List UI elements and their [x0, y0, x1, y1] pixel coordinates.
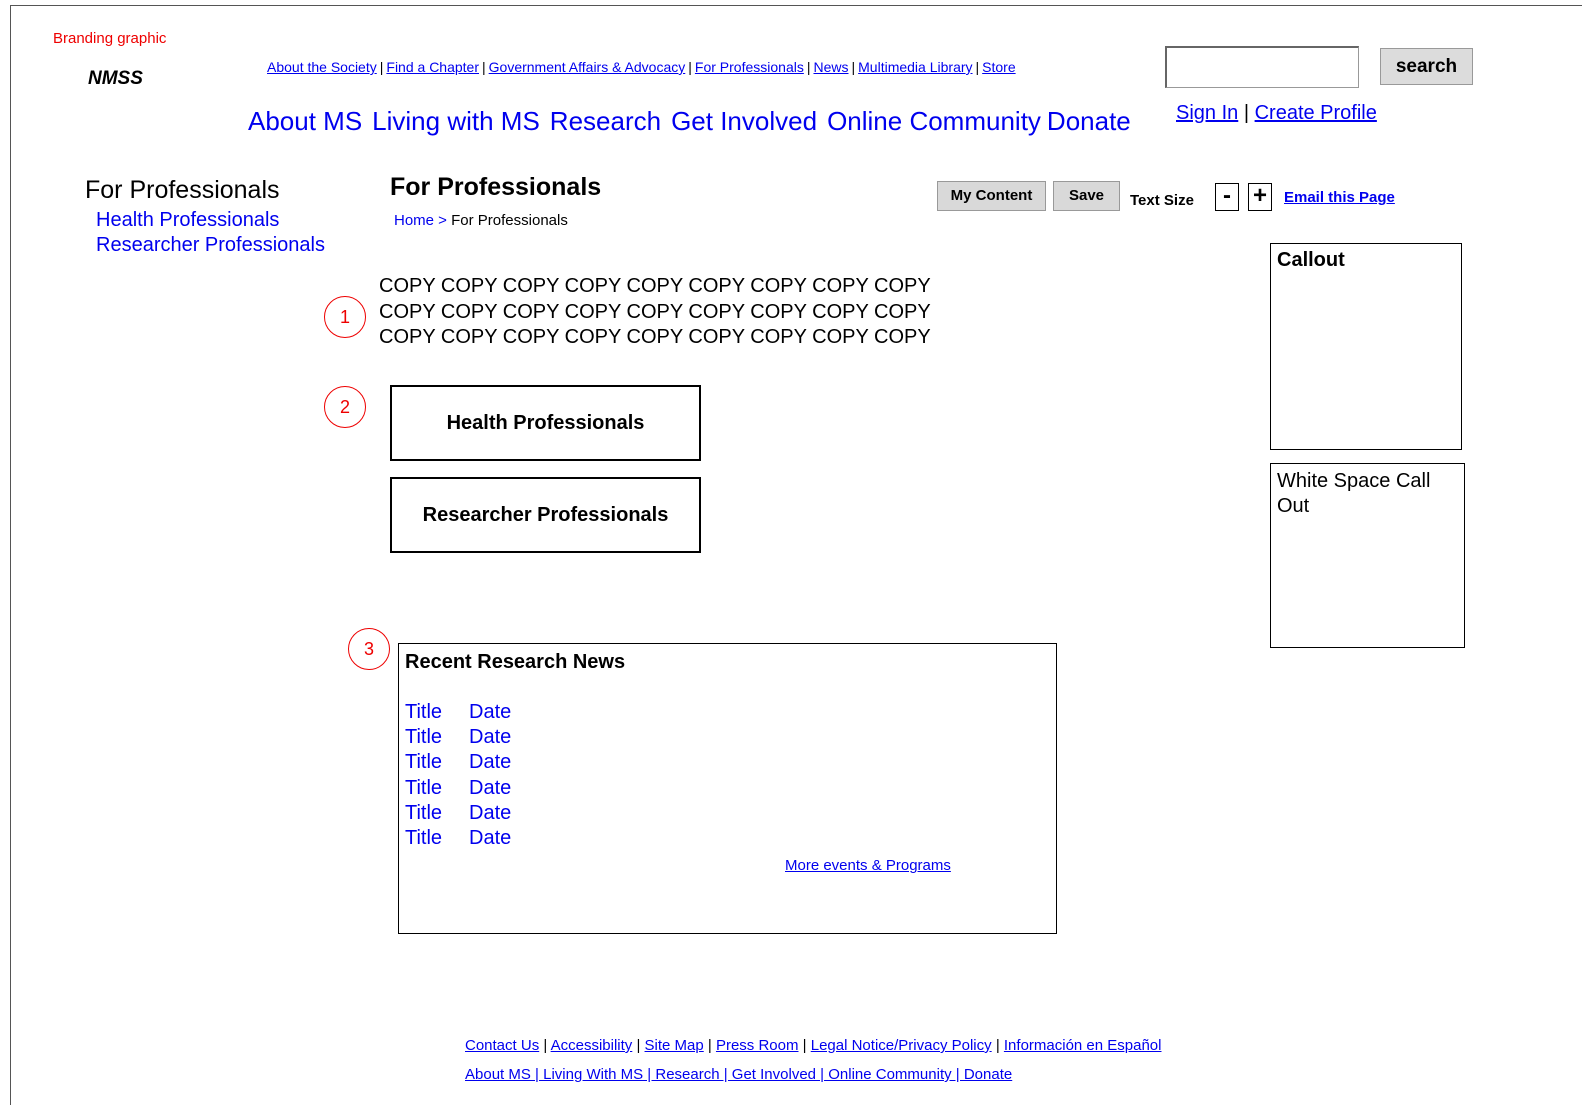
sign-in-link[interactable]: Sign In: [1176, 102, 1238, 124]
news-item-title[interactable]: Title: [405, 827, 442, 849]
news-item-title[interactable]: Title: [405, 802, 442, 824]
news-row[interactable]: Title Date: [405, 751, 511, 774]
footer-site-nav[interactable]: About MS | Living With MS | Research | G…: [465, 1066, 1012, 1083]
news-row[interactable]: Title Date: [405, 701, 511, 724]
branding-graphic: Branding graphic: [53, 30, 167, 47]
breadcrumb: Home > For Professionals: [394, 212, 568, 229]
news-item-date[interactable]: Date: [469, 802, 511, 825]
news-item-title[interactable]: Title: [405, 726, 442, 748]
white-space-callout-box: White Space Call Out: [1270, 463, 1465, 648]
account-links: Sign In | Create Profile: [1176, 102, 1377, 125]
util-link-about-society[interactable]: About the Society: [267, 59, 377, 75]
news-row[interactable]: Title Date: [405, 802, 511, 825]
main-nav: About MS Living with MS Research Get Involv…: [248, 106, 1141, 137]
white-space-callout-label: White Space Call Out: [1277, 470, 1431, 517]
annotation-marker-3: 3: [348, 628, 390, 670]
news-row[interactable]: Title Date: [405, 777, 511, 800]
copy-line: COPY COPY COPY COPY COPY COPY COPY COPY …: [379, 300, 931, 323]
util-link-news[interactable]: News: [813, 59, 848, 75]
decrease-text-size-button[interactable]: -: [1215, 183, 1239, 211]
search-button[interactable]: search: [1380, 48, 1473, 85]
util-link-find-chapter[interactable]: Find a Chapter: [386, 59, 479, 75]
save-button[interactable]: Save: [1053, 181, 1120, 211]
footer-espanol[interactable]: Información en Español: [1004, 1037, 1162, 1054]
annotation-marker-1: 1: [324, 296, 366, 338]
increase-text-size-button[interactable]: +: [1248, 183, 1272, 211]
main-nav-online-community[interactable]: Online Community: [827, 106, 1041, 136]
news-item-title[interactable]: Title: [405, 751, 442, 773]
callout-label: Callout: [1277, 249, 1345, 271]
main-nav-get-involved[interactable]: Get Involved: [671, 106, 817, 136]
logo[interactable]: NMSS: [88, 68, 143, 90]
annotation-marker-2: 2: [324, 386, 366, 428]
main-nav-living-with-ms[interactable]: Living with MS: [372, 106, 540, 136]
page-title: For Professionals: [390, 173, 602, 201]
news-item-title[interactable]: Title: [405, 777, 442, 799]
news-item-date[interactable]: Date: [469, 777, 511, 800]
news-item-title[interactable]: Title: [405, 701, 442, 723]
news-item-date[interactable]: Date: [469, 827, 511, 850]
breadcrumb-current: For Professionals: [451, 212, 568, 229]
researcher-professionals-button[interactable]: Researcher Professionals: [390, 477, 701, 553]
recent-research-news-box: Recent Research News Title Date Title Date…: [398, 643, 1057, 934]
sidebar-item-health-professionals[interactable]: Health Professionals: [96, 209, 279, 232]
news-row[interactable]: Title Date: [405, 827, 511, 850]
sidebar-title: For Professionals: [85, 176, 280, 204]
callout-box: Callout: [1270, 243, 1462, 450]
utility-nav: About the Society | Find a Chapter | Governm…: [267, 59, 1016, 75]
news-item-date[interactable]: Date: [469, 701, 511, 724]
main-nav-research[interactable]: Research: [550, 106, 661, 136]
my-content-button[interactable]: My Content: [937, 181, 1046, 211]
main-nav-donate[interactable]: Donate: [1047, 106, 1131, 136]
breadcrumb-home[interactable]: Home >: [394, 212, 447, 229]
search-input[interactable]: [1165, 46, 1359, 88]
copy-line: COPY COPY COPY COPY COPY COPY COPY COPY …: [379, 326, 931, 348]
footer-links: Contact Us | Accessibility | Site Map | …: [465, 1037, 1162, 1054]
news-item-date[interactable]: Date: [469, 751, 511, 774]
intro-copy: COPY COPY COPY COPY COPY COPY COPY COPY …: [379, 274, 979, 351]
util-link-store[interactable]: Store: [982, 59, 1015, 75]
footer-press-room[interactable]: Press Room: [716, 1037, 799, 1054]
footer-legal-notice[interactable]: Legal Notice/Privacy Policy: [811, 1037, 992, 1054]
news-item-date[interactable]: Date: [469, 726, 511, 749]
util-link-government-affairs[interactable]: Government Affairs & Advocacy: [489, 59, 686, 75]
util-link-multimedia-library[interactable]: Multimedia Library: [858, 59, 972, 75]
more-events-link[interactable]: More events & Programs: [785, 857, 951, 874]
footer-site-map[interactable]: Site Map: [645, 1037, 704, 1054]
account-separator: |: [1243, 102, 1250, 124]
email-page-link[interactable]: Email this Page: [1284, 189, 1395, 206]
util-link-for-professionals[interactable]: For Professionals: [695, 59, 804, 75]
copy-line: COPY COPY COPY COPY COPY COPY COPY COPY …: [379, 275, 931, 297]
footer-contact-us[interactable]: Contact Us: [465, 1037, 539, 1054]
main-nav-about-ms[interactable]: About MS: [248, 106, 362, 136]
create-profile-link[interactable]: Create Profile: [1255, 102, 1377, 124]
health-professionals-button[interactable]: Health Professionals: [390, 385, 701, 461]
news-title: Recent Research News: [405, 651, 626, 673]
footer-accessibility[interactable]: Accessibility: [551, 1037, 633, 1054]
text-size-label: Text Size: [1130, 192, 1194, 209]
news-row[interactable]: Title Date: [405, 726, 511, 749]
sidebar-item-researcher-professionals[interactable]: Researcher Professionals: [96, 234, 325, 257]
